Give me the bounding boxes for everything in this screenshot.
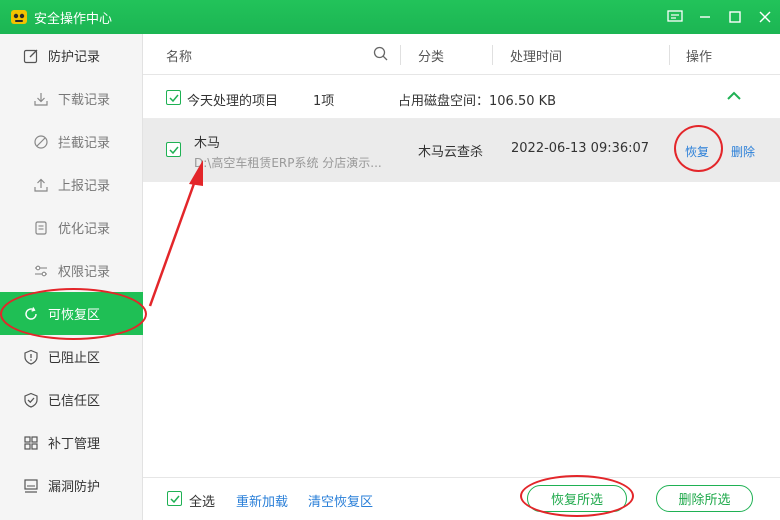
sidebar-item-recoverable-zone[interactable]: 可恢复区 <box>0 292 143 335</box>
group-checkbox[interactable] <box>166 90 181 105</box>
row-category: 木马云查杀 <box>418 145 484 160</box>
sidebar-item-label: 补丁管理 <box>48 437 101 452</box>
sidebar-item-trusted-zone[interactable]: 已信任区 <box>0 378 143 421</box>
sliders-icon <box>32 262 50 280</box>
header-category: 分类 <box>418 50 445 65</box>
feedback-icon <box>667 10 683 22</box>
sidebar-item-label: 拦截记录 <box>58 136 111 151</box>
restore-icon <box>22 305 40 323</box>
sidebar: 防护记录 下载记录 拦截记录 上报记录 优化记录 权限记录 可恢复区 已阻止区 … <box>0 34 143 520</box>
edit-icon <box>22 47 40 65</box>
shield-alert-icon <box>22 348 40 366</box>
sidebar-item-vulnerability-protection[interactable]: 漏洞防护 <box>0 464 143 507</box>
sidebar-item-label: 上报记录 <box>58 179 111 194</box>
sidebar-item-label: 下载记录 <box>58 93 111 108</box>
row-time: 2022-06-13 09:36:07 <box>511 141 650 156</box>
sidebar-item-intercept-records[interactable]: 拦截记录 <box>0 120 143 163</box>
sidebar-item-label: 权限记录 <box>58 265 111 280</box>
download-icon <box>32 90 50 108</box>
monitor-icon <box>22 477 40 495</box>
row-checkbox[interactable] <box>166 142 181 157</box>
sidebar-item-label: 防护记录 <box>48 50 101 65</box>
group-count: 1项 <box>313 94 335 109</box>
sidebar-item-label: 优化记录 <box>58 222 111 237</box>
shield-check-icon <box>22 391 40 409</box>
group-label: 今天处理的项目 <box>187 94 279 109</box>
chevron-up-icon[interactable] <box>727 91 741 101</box>
app-logo-icon <box>11 10 27 24</box>
select-all-checkbox[interactable] <box>167 491 182 506</box>
maximize-button[interactable] <box>720 0 750 34</box>
minimize-icon <box>700 16 710 18</box>
close-button[interactable] <box>750 0 780 34</box>
group-row-today: 今天处理的项目 1项 占用磁盘空间：106.50 KB <box>143 76 780 119</box>
header-time: 处理时间 <box>510 50 563 65</box>
sidebar-item-label: 已信任区 <box>48 394 101 409</box>
restore-link[interactable]: 恢复 <box>685 143 709 160</box>
column-divider <box>400 45 401 65</box>
sidebar-item-report-records[interactable]: 上报记录 <box>0 163 143 206</box>
clear-restore-zone-link[interactable]: 清空恢复区 <box>308 491 373 510</box>
checkmark-icon <box>169 94 179 103</box>
grid-icon <box>22 434 40 452</box>
footer-bar: 全选 重新加载 清空恢复区 恢复所选 删除所选 <box>143 477 780 520</box>
sidebar-item-download-records[interactable]: 下载记录 <box>0 77 143 120</box>
checkmark-icon <box>170 495 180 504</box>
select-all-label[interactable]: 全选 <box>189 491 215 510</box>
sidebar-item-permission-records[interactable]: 权限记录 <box>0 249 143 292</box>
table-row[interactable]: 木马 D:\高空车租赁ERP系统 分店演示... 木马云查杀 2022-06-1… <box>143 119 780 182</box>
row-name: 木马 <box>194 136 221 151</box>
sidebar-item-patch-management[interactable]: 补丁管理 <box>0 421 143 464</box>
sidebar-item-label: 可恢复区 <box>48 308 101 323</box>
group-disk-usage: 占用磁盘空间：106.50 KB <box>398 94 557 109</box>
delete-link[interactable]: 删除 <box>731 143 755 160</box>
document-icon <box>32 219 50 237</box>
close-icon <box>759 11 771 23</box>
feedback-button[interactable] <box>660 0 690 34</box>
sidebar-item-blocked-zone[interactable]: 已阻止区 <box>0 335 143 378</box>
reload-link[interactable]: 重新加载 <box>236 491 288 510</box>
sidebar-item-protection-records[interactable]: 防护记录 <box>0 34 143 77</box>
checkmark-icon <box>169 146 179 155</box>
table-header: 名称 分类 处理时间 操作 <box>143 34 780 75</box>
search-icon[interactable] <box>373 46 388 61</box>
restore-selected-button[interactable]: 恢复所选 <box>527 485 627 512</box>
row-path: D:\高空车租赁ERP系统 分店演示... <box>194 156 382 170</box>
column-divider <box>669 45 670 65</box>
sidebar-item-optimize-records[interactable]: 优化记录 <box>0 206 143 249</box>
column-divider <box>492 45 493 65</box>
block-icon <box>32 133 50 151</box>
upload-icon <box>32 176 50 194</box>
minimize-button[interactable] <box>690 0 720 34</box>
maximize-icon <box>729 11 741 23</box>
sidebar-item-label: 漏洞防护 <box>48 480 101 495</box>
delete-selected-button[interactable]: 删除所选 <box>656 485 753 512</box>
title-bar: 安全操作中心 <box>0 0 780 34</box>
sidebar-item-label: 已阻止区 <box>48 351 101 366</box>
header-name: 名称 <box>166 50 193 65</box>
header-action: 操作 <box>686 50 713 65</box>
window-title: 安全操作中心 <box>34 11 113 27</box>
